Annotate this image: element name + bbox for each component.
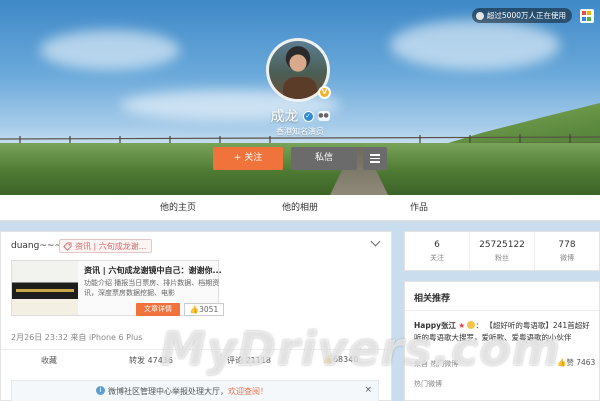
thumb-up-icon: 👍 (189, 305, 200, 314)
notice-link[interactable]: 欢迎查阅！ (228, 387, 268, 396)
message-button[interactable]: 私信 (291, 147, 357, 170)
profile-stats: 6 关注 25725122 粉丝 778 微博 (404, 231, 600, 271)
stat-followers[interactable]: 25725122 粉丝 (470, 232, 535, 270)
cover-cloud (40, 30, 180, 70)
tab-album[interactable]: 他的相册 (282, 195, 318, 221)
topic-tag-label: 资讯 | 六旬成龙谢... (75, 242, 147, 251)
post-meta: 2月26日 23:32 来自 iPhone 6 Plus (11, 333, 143, 342)
tab-works[interactable]: 作品 (410, 195, 428, 221)
emoji-icon (467, 321, 476, 329)
follow-button[interactable]: + 关注 (213, 147, 283, 170)
verified-badge-icon[interactable]: ✓ (302, 110, 314, 122)
tag-icon (63, 242, 72, 251)
star-icon: ★ (458, 321, 466, 330)
post-author[interactable]: duang~~~ (11, 241, 62, 251)
article-card[interactable]: 资讯 | 六旬成龙谢镜中自己：谢谢你... 功能介绍 播报当日票房、排片数据、档… (11, 260, 224, 316)
weibo-logo-icon (475, 11, 484, 20)
more-button[interactable] (363, 147, 387, 170)
feed-card: duang~~~ 资讯 | 六旬成龙谢... 资讯 | 六旬成龙谢镜中自己：谢谢… (0, 231, 392, 401)
recommend-user[interactable]: Happy张江 (414, 321, 456, 330)
recommend-item[interactable]: Happy张江 ★ ： 【超好听的粤语歌】241首超好听的粤语歌大搜罗，爱听歌、… (414, 320, 596, 344)
favorite-button[interactable]: 收藏 (41, 355, 57, 366)
article-like-button[interactable]: 👍3051 (184, 303, 224, 316)
topic-tag[interactable]: 资讯 | 六旬成龙谢... (59, 239, 153, 253)
recommend-footer[interactable]: 热门微博 (414, 379, 442, 389)
comment-button[interactable]: 评论 21118 (227, 355, 271, 366)
repost-button[interactable]: 转发 47436 (129, 355, 173, 366)
post-actions: 收藏 转发 47436 评论 21118 👍68340 (1, 349, 391, 371)
article-title[interactable]: 资讯 | 六旬成龙谢镜中自己：谢谢你... (84, 265, 222, 276)
color-grid-icon[interactable] (580, 9, 594, 23)
like-button[interactable]: 👍68340 (323, 355, 358, 364)
thumb-up-icon: 👍 (323, 355, 333, 364)
profile-name: 成龙 (270, 109, 299, 125)
recommend-title: 相关推荐 (414, 294, 451, 304)
close-icon[interactable]: × (364, 385, 372, 395)
chevron-down-icon[interactable] (370, 236, 381, 247)
info-icon: i (96, 386, 105, 395)
vip-icon[interactable]: ●● (317, 111, 330, 121)
article-thumbnail (12, 261, 78, 315)
thumb-up-icon: 👍 (557, 358, 567, 367)
users-count-badge: 超过5000万人正在使用 (471, 8, 572, 23)
menu-icon (370, 154, 380, 163)
notice-bar: i 微博社区管理中心举报处理大厅，欢迎查阅！ × (11, 380, 379, 401)
article-detail-button[interactable]: 文章详情 (136, 303, 180, 316)
tab-home[interactable]: 他的主页 (160, 195, 196, 221)
profile-cover: 超过5000万人正在使用 V 成龙 ✓ ●● 香港知名演员 + 关注 私信 (0, 0, 600, 195)
profile-subtitle: 香港知名演员 (276, 127, 324, 136)
recommend-panel: 相关推荐 Happy张江 ★ ： 【超好听的粤语歌】241首超好听的粤语歌大搜罗… (404, 281, 600, 401)
profile-nav: 他的主页 他的相册 作品 (0, 195, 600, 221)
recommend-meta: 来自 热门微博 (414, 360, 459, 368)
stat-posts[interactable]: 778 微博 (535, 232, 599, 270)
recommend-like[interactable]: 👍赞 7463 (557, 357, 595, 368)
stat-following[interactable]: 6 关注 (405, 232, 470, 270)
notice-text: 微博社区管理中心举报处理大厅，欢迎查阅！ (108, 387, 268, 396)
like-count: 68340 (332, 355, 359, 364)
users-count-text: 超过5000万人正在使用 (486, 11, 566, 20)
article-desc: 功能介绍 播报当日票房、排片数据、档期资讯，深度票房数据挖掘、电影 (84, 279, 220, 297)
profile-actions: + 关注 私信 (213, 147, 387, 170)
vip-level-icon: V (318, 86, 331, 99)
article-like-count: 3051 (199, 305, 219, 314)
cover-cloud (390, 20, 560, 70)
